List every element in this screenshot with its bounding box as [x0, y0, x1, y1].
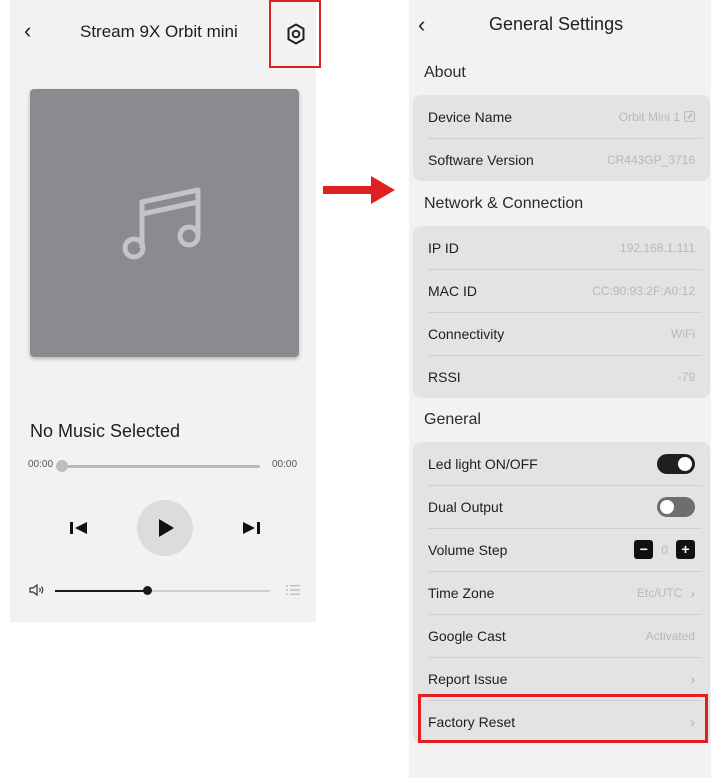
settings-title: General Settings	[489, 14, 624, 34]
row-dual-output: Dual Output	[413, 485, 710, 528]
row-label: RSSI	[428, 368, 461, 385]
time-zone-value: Etc/UTC	[636, 585, 683, 600]
chevron-right-icon: ›	[690, 670, 695, 687]
row-mac-id[interactable]: MAC ID CC:90:93:2F:A0:12	[413, 269, 710, 312]
row-time-zone[interactable]: Time Zone Etc/UTC ›	[413, 571, 710, 614]
player-header: ‹ Stream 9X Orbit mini	[10, 0, 321, 68]
row-label: MAC ID	[428, 282, 477, 299]
led-light-toggle[interactable]	[657, 453, 695, 474]
progress-slider[interactable]	[56, 460, 260, 472]
next-track-button[interactable]	[239, 518, 263, 538]
settings-group-network: IP ID 192.168.1.111 MAC ID CC:90:93:2F:A…	[413, 226, 710, 398]
edit-icon[interactable]	[684, 111, 695, 122]
dual-output-toggle[interactable]	[657, 496, 695, 517]
row-label: Volume Step	[428, 541, 508, 558]
red-arrow-icon	[323, 176, 395, 204]
music-note-icon	[122, 187, 201, 260]
volume-fill	[55, 590, 148, 592]
stepper-value: 0	[661, 542, 668, 557]
settings-group-about: Device Name Orbit Mini 1 Software Versio…	[413, 95, 710, 181]
section-title-general: General	[424, 411, 481, 428]
play-icon	[159, 519, 174, 537]
player-title: Stream 9X Orbit mini	[80, 22, 238, 41]
row-value: ›	[686, 671, 695, 687]
row-device-name[interactable]: Device Name Orbit Mini 1	[413, 95, 710, 138]
row-value: Activated	[645, 628, 695, 643]
toggle-knob	[678, 456, 692, 471]
row-label: Software Version	[428, 151, 534, 168]
time-elapsed: 00:00	[28, 459, 54, 470]
speaker-icon	[29, 583, 44, 597]
row-value: Orbit Mini 1	[619, 110, 695, 124]
row-led-light: Led light ON/OFF	[413, 442, 710, 485]
device-name-value: Orbit Mini 1	[618, 109, 680, 124]
row-value: CR443GP_3716	[606, 152, 695, 167]
row-google-cast[interactable]: Google Cast Activated	[413, 614, 710, 657]
settings-screen: ‹ General Settings About Device Name Orb…	[409, 0, 711, 778]
factory-reset-highlight-box	[418, 694, 708, 743]
settings-highlight-box	[269, 0, 321, 68]
volume-slider[interactable]	[55, 586, 270, 595]
back-icon[interactable]: ‹	[418, 14, 425, 36]
row-value: CC:90:93:2F:A0:12	[592, 283, 695, 298]
row-label: Device Name	[428, 108, 513, 125]
row-ip-id[interactable]: IP ID 192.168.1.111	[413, 226, 710, 269]
row-value: Etc/UTC ›	[637, 585, 695, 601]
volume-knob[interactable]	[143, 586, 153, 595]
row-label: Time Zone	[428, 584, 495, 601]
row-label: Report Issue	[428, 670, 508, 687]
album-artwork	[30, 89, 299, 357]
row-label: Google Cast	[428, 627, 506, 644]
row-label: IP ID	[428, 239, 459, 256]
section-title-network: Network & Connection	[424, 195, 584, 212]
row-value: 192.168.1.111	[620, 240, 695, 255]
player-screen: ‹ Stream 9X Orbit mini No Music Selected…	[10, 0, 321, 622]
track-title: No Music Selected	[30, 421, 181, 441]
row-value: WiFi	[671, 326, 695, 341]
row-volume-step: Volume Step − 0 +	[413, 528, 710, 571]
queue-list-icon[interactable]	[286, 584, 300, 596]
decrement-button[interactable]: −	[634, 540, 654, 559]
row-label: Dual Output	[428, 498, 503, 515]
gear-icon[interactable]	[284, 22, 308, 46]
row-label: Connectivity	[428, 325, 505, 342]
progress-knob[interactable]	[56, 460, 68, 472]
toggle-knob	[660, 499, 674, 514]
volume-step-stepper: − 0 +	[634, 540, 695, 559]
row-label: Led light ON/OFF	[428, 455, 538, 472]
row-connectivity[interactable]: Connectivity WiFi	[413, 312, 710, 355]
row-software-version[interactable]: Software Version CR443GP_3716	[413, 138, 710, 181]
time-total: 00:00	[272, 459, 298, 470]
back-icon[interactable]: ‹	[24, 20, 31, 42]
previous-track-button[interactable]	[67, 518, 91, 538]
row-rssi[interactable]: RSSI -79	[413, 355, 710, 398]
chevron-right-icon: ›	[690, 584, 695, 601]
section-title-about: About	[424, 64, 466, 81]
play-button[interactable]	[137, 500, 193, 556]
row-value: -79	[677, 369, 695, 384]
increment-button[interactable]: +	[676, 540, 695, 559]
